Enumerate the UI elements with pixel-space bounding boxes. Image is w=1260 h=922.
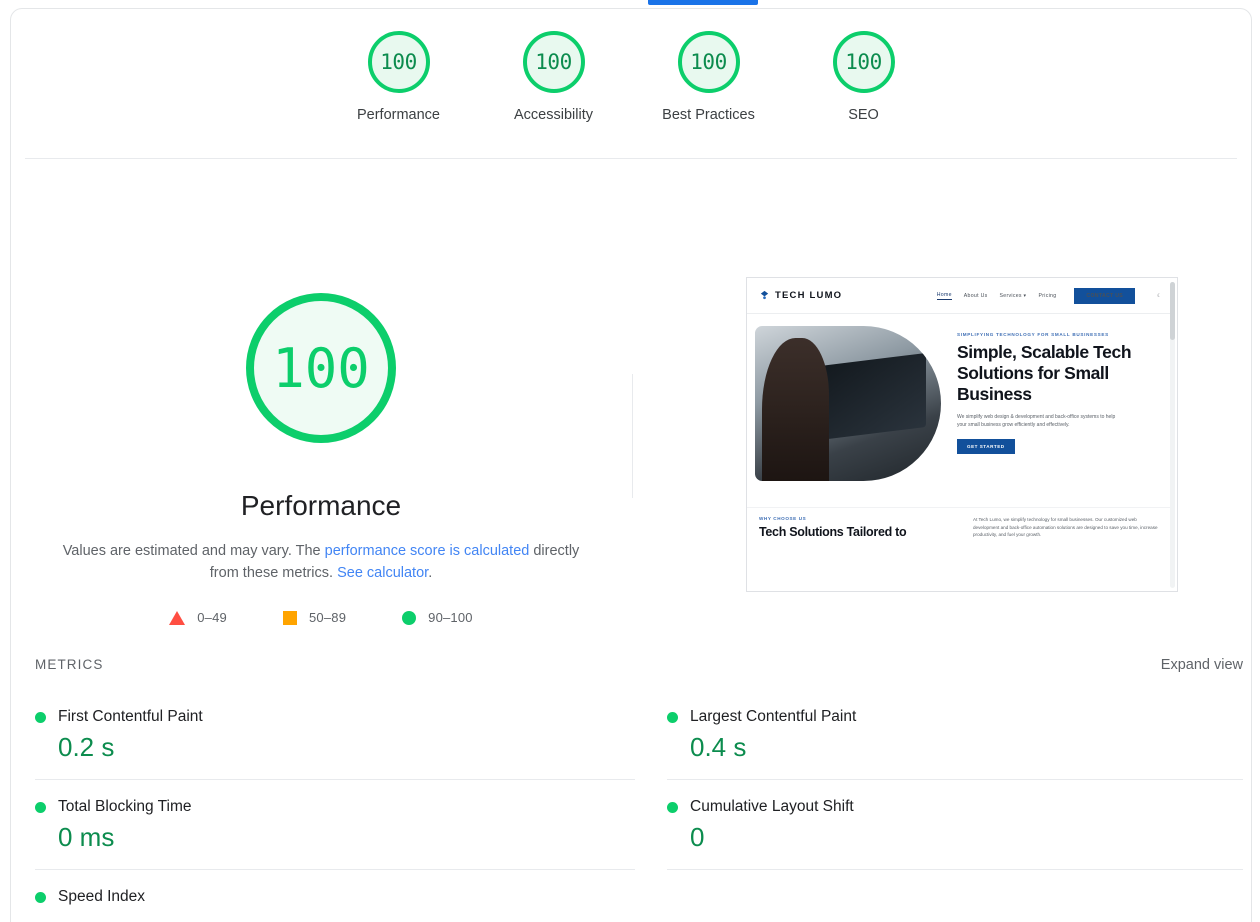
metric-head: Cumulative Layout Shift [667, 798, 1243, 816]
metric-name: Total Blocking Time [58, 798, 192, 816]
desc-text-3: . [428, 565, 432, 581]
metrics-grid: First Contentful Paint 0.2 s Largest Con… [35, 689, 1243, 922]
metric-cumulative-layout-shift[interactable]: Cumulative Layout Shift 0 [667, 779, 1243, 869]
legend-item-fail: 0–49 [169, 610, 227, 625]
score-label: Performance [357, 107, 440, 123]
circle-icon [402, 611, 416, 625]
legend-range: 50–89 [309, 610, 346, 625]
page-title: Performance [241, 490, 401, 522]
why-left: WHY CHOOSE US Tech Solutions Tailored to [759, 516, 959, 539]
score-item-performance[interactable]: 100 Performance [321, 31, 476, 123]
legend-range: 90–100 [428, 610, 473, 625]
metric-largest-contentful-paint[interactable]: Largest Contentful Paint 0.4 s [667, 689, 1243, 779]
metric-head: Speed Index [35, 888, 635, 906]
triangle-icon [169, 611, 185, 625]
score-item-best-practices[interactable]: 100 Best Practices [631, 31, 786, 123]
nav-item-about[interactable]: About Us [964, 293, 988, 299]
pagespeed-report-page: 100 Performance 100 Accessibility 100 Be… [0, 0, 1260, 922]
rendered-site-preview: TECH LUMO Home About Us Services ▾ Prici… [747, 278, 1172, 592]
see-calculator-link[interactable]: See calculator [337, 565, 428, 581]
metric-name: Largest Contentful Paint [690, 708, 856, 726]
hero-text: SIMPLIFYING TECHNOLOGY FOR SMALL BUSINES… [941, 326, 1172, 489]
score-label: Best Practices [662, 107, 755, 123]
metric-head: First Contentful Paint [35, 708, 635, 726]
status-dot-icon [35, 712, 46, 723]
performance-description: Values are estimated and may vary. The p… [61, 540, 581, 584]
preview-why-section: WHY CHOOSE US Tech Solutions Tailored to… [747, 507, 1172, 539]
hero-image [755, 326, 941, 481]
preview-navbar: TECH LUMO Home About Us Services ▾ Prici… [747, 278, 1172, 314]
legend-item-average: 50–89 [283, 610, 346, 625]
desc-text-1: Values are estimated and may vary. The [63, 543, 325, 559]
logo-icon [759, 290, 770, 301]
hero-eyebrow: SIMPLIFYING TECHNOLOGY FOR SMALL BUSINES… [957, 332, 1162, 337]
score-label: Accessibility [514, 107, 593, 123]
preview-hero: SIMPLIFYING TECHNOLOGY FOR SMALL BUSINES… [747, 314, 1172, 489]
metric-name: Speed Index [58, 888, 145, 906]
gauge-performance: 100 [368, 31, 430, 93]
metric-name: First Contentful Paint [58, 708, 203, 726]
metrics-header: METRICS Expand view [35, 657, 1243, 673]
contact-us-button[interactable]: CONTACT US [1074, 288, 1135, 304]
page-screenshot-thumbnail[interactable]: TECH LUMO Home About Us Services ▾ Prici… [746, 277, 1178, 592]
metric-empty-cell [667, 869, 1243, 922]
scrollbar-thumb[interactable] [1170, 282, 1175, 340]
why-body: At Tech Lumo, we simplify technology for… [973, 516, 1162, 539]
nav-item-home[interactable]: Home [937, 292, 952, 300]
thumbnail-scrollbar[interactable] [1170, 282, 1175, 588]
why-eyebrow: WHY CHOOSE US [759, 516, 959, 521]
metric-total-blocking-time[interactable]: Total Blocking Time 0 ms [35, 779, 635, 869]
score-item-seo[interactable]: 100 SEO [786, 31, 941, 123]
why-heading: Tech Solutions Tailored to [759, 525, 959, 539]
metric-speed-index[interactable]: Speed Index [35, 869, 635, 922]
active-tab-indicator[interactable] [648, 0, 758, 5]
report-card: 100 Performance 100 Accessibility 100 Be… [10, 8, 1252, 922]
gauge-seo: 100 [833, 31, 895, 93]
status-dot-icon [667, 802, 678, 813]
metric-value: 0.2 s [58, 732, 635, 763]
metrics-title: METRICS [35, 657, 103, 672]
preview-brand: TECH LUMO [759, 290, 842, 301]
section-divider [25, 158, 1237, 159]
expand-view-button[interactable]: Expand view [1161, 657, 1243, 673]
gauge-accessibility: 100 [523, 31, 585, 93]
legend-range: 0–49 [197, 610, 227, 625]
hero-heading: Simple, Scalable Tech Solutions for Smal… [957, 342, 1162, 405]
get-started-button[interactable]: GET STARTED [957, 439, 1015, 454]
score-label: SEO [848, 107, 879, 123]
legend-item-pass: 90–100 [402, 610, 473, 625]
score-item-accessibility[interactable]: 100 Accessibility [476, 31, 631, 123]
metric-first-contentful-paint[interactable]: First Contentful Paint 0.2 s [35, 689, 635, 779]
square-icon [283, 611, 297, 625]
metric-name: Cumulative Layout Shift [690, 798, 854, 816]
hero-wave-divider [747, 489, 1172, 507]
brand-name: TECH LUMO [775, 290, 842, 301]
moon-icon[interactable]: ☾ [1157, 293, 1162, 299]
nav-item-pricing[interactable]: Pricing [1038, 293, 1056, 299]
status-dot-icon [35, 892, 46, 903]
score-legend: 0–49 50–89 90–100 [169, 610, 472, 625]
metric-value: 0 ms [58, 822, 635, 853]
performance-gauge-large: 100 [246, 293, 396, 443]
performance-score-link[interactable]: performance score is calculated [325, 543, 530, 559]
metric-head: Largest Contentful Paint [667, 708, 1243, 726]
category-scores: 100 Performance 100 Accessibility 100 Be… [11, 9, 1251, 123]
preview-nav-links: Home About Us Services ▾ Pricing CONTACT… [937, 288, 1162, 304]
nav-item-services[interactable]: Services ▾ [1000, 293, 1027, 299]
performance-panel: 100 Performance Values are estimated and… [11, 179, 631, 625]
gauge-best-practices: 100 [678, 31, 740, 93]
metric-value: 0 [690, 822, 1243, 853]
metric-head: Total Blocking Time [35, 798, 635, 816]
performance-overview: 100 Performance Values are estimated and… [11, 179, 1253, 629]
status-dot-icon [35, 802, 46, 813]
status-dot-icon [667, 712, 678, 723]
metric-value: 0.4 s [690, 732, 1243, 763]
panel-divider [632, 374, 633, 498]
hero-body: We simplify web design & development and… [957, 413, 1117, 429]
